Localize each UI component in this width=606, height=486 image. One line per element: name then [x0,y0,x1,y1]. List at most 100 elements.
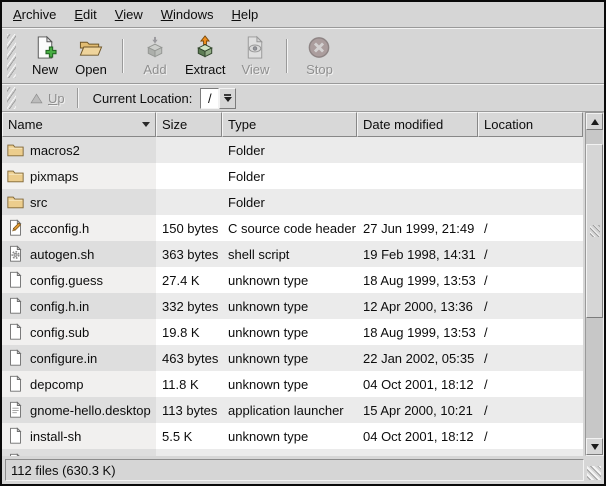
cell-size: 363 bytes [156,241,222,267]
column-header-label: Size [162,117,187,132]
column-header-label: Location [484,117,533,132]
table-row[interactable]: pixmaps Folder [2,163,583,189]
column-header[interactable]: Size [156,112,222,137]
toolbar-button-label: Open [75,62,107,77]
cell-location: / [478,371,583,397]
menu-item-label: elp [241,7,258,22]
toolbar-button-icon [242,35,268,60]
table-row[interactable]: macros2 Folder [2,137,583,163]
cell-location [478,163,583,189]
file-type-icon [6,401,25,419]
column-header[interactable]: Name [2,112,156,137]
toolbar-button-icon [32,35,58,60]
table-row[interactable]: config.h.in 332 bytes unknown type 12 Ap… [2,293,583,319]
scrollbar-down-button[interactable] [586,438,603,455]
cell-location: / [478,241,583,267]
cell-name: macros2 [2,137,156,163]
table-row[interactable]: autogen.sh 363 bytes shell script 19 Feb… [2,241,583,267]
file-type-icon [6,297,25,315]
column-header-label: Name [8,117,43,132]
cell-size: 113 bytes [156,397,222,423]
location-bar-drag-handle[interactable] [7,87,16,109]
toolbar-button[interactable]: View [232,32,278,80]
cell-name: config.guess [2,267,156,293]
cell-size: 27.4 K [156,267,222,293]
scrollbar-up-button[interactable] [586,113,603,130]
file-list-area: Name Size Type Date modified [2,112,604,456]
location-combo-dropdown-button[interactable] [219,88,236,109]
vertical-scrollbar[interactable] [585,112,604,456]
cell-name: acconfig.h [2,215,156,241]
cell-date-modified: 04 Oct 2001, 18:12 [357,423,478,449]
separator [122,39,124,73]
menu-item[interactable]: Help [222,4,267,25]
menu-item[interactable]: View [106,4,152,25]
menu-item-mnemonic: A [13,7,22,22]
table-header: Name Size Type Date modified [2,112,583,137]
table-row[interactable]: config.sub 19.8 K unknown type 18 Aug 19… [2,319,583,345]
table-row[interactable]: acconfig.h 150 bytes C source code heade… [2,215,583,241]
column-header-label: Date modified [363,117,443,132]
menu-item[interactable]: Edit [65,4,105,25]
menu-item[interactable]: Windows [152,4,223,25]
cell-type: Folder [222,137,357,163]
file-type-icon [6,271,25,289]
location-combo-entry[interactable]: / [200,88,219,109]
menu-item-mnemonic: E [74,7,83,22]
toolbar-button-icon [306,35,332,60]
cell-name: pixmaps [2,163,156,189]
up-arrow-icon [29,92,44,105]
dropdown-bar [224,94,231,96]
menu-item-label: indows [173,7,213,22]
menu-item-mnemonic: H [231,7,240,22]
file-list-pane: Name Size Type Date modified [2,112,583,456]
table-row[interactable]: gnome-hello.desktop 113 bytes applicatio… [2,397,583,423]
current-location-label: Current Location: [93,91,193,106]
toolbar-button[interactable]: Add [132,32,178,80]
column-header[interactable]: Location [478,112,583,137]
toolbar-button[interactable]: Open [68,32,114,80]
cell-type: shell script [222,241,357,267]
table-row[interactable]: configure.in 463 bytes unknown type 22 J… [2,345,583,371]
menu-item[interactable]: Archive [4,4,65,25]
scrollbar-grip [590,225,600,237]
table-row[interactable]: config.guess 27.4 K unknown type 18 Aug … [2,267,583,293]
toolbar-button[interactable]: Extract [178,32,232,80]
toolbar-button[interactable]: New [22,32,68,80]
cell-name: configure.in [2,345,156,371]
toolbar-button[interactable]: Stop [296,32,342,80]
resize-grip[interactable] [587,466,601,480]
archive-manager-window: Archive Edit View Windows Help New Open [0,0,606,486]
table-row[interactable]: depcomp 11.8 K unknown type 04 Oct 2001,… [2,371,583,397]
column-header-label: Type [228,117,256,132]
cell-date-modified: 22 Jan 2002, 05:35 [357,345,478,371]
cell-size: 5.5 K [156,423,222,449]
scrollbar-thumb[interactable] [586,144,603,318]
column-header[interactable]: Type [222,112,357,137]
toolbar-drag-handle[interactable] [7,34,16,78]
cell-name: src [2,189,156,215]
column-header[interactable]: Date modified [357,112,478,137]
cell-size [156,137,222,163]
status-text: 112 files (630.3 K) [11,463,116,478]
cell-size [156,189,222,215]
file-type-icon [6,245,25,263]
table-row[interactable]: src Folder [2,189,583,215]
cell-date-modified: 18 Aug 1999, 13:53 [357,267,478,293]
cell-date-modified: 19 Feb 1998, 14:31 [357,241,478,267]
table-row[interactable] [2,449,583,456]
cell-size [156,449,222,456]
cell-date-modified: 15 Apr 2000, 10:21 [357,397,478,423]
cell-location: / [478,397,583,423]
table-row[interactable]: install-sh 5.5 K unknown type 04 Oct 200… [2,423,583,449]
cell-size: 150 bytes [156,215,222,241]
up-button[interactable]: Up [22,89,72,108]
file-name: install-sh [30,429,81,444]
menu-item-label: iew [123,7,143,22]
cell-date-modified [357,449,478,456]
chevron-down-icon [224,97,232,102]
file-name: config.h.in [30,299,89,314]
up-button-label: Up [48,91,65,106]
file-name: macros2 [30,143,80,158]
cell-location [478,189,583,215]
